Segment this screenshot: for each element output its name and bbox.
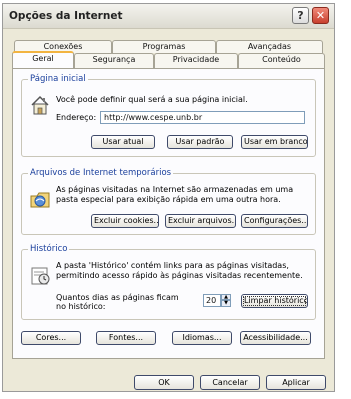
tab-row-front: Geral Segurança Privacidade Conteúdo (12, 51, 325, 68)
tab-geral[interactable]: Geral (12, 51, 74, 68)
temp-files-group: Arquivos de Internet temporários As pági… (21, 168, 316, 235)
days-label-2: no histórico: (56, 302, 106, 311)
history-group: Histórico A pasta 'Histórico' contém lin… (21, 244, 316, 320)
history-description-1: A pasta 'Histórico' contém links para as… (56, 261, 289, 270)
help-icon[interactable]: ? (292, 7, 309, 24)
close-icon[interactable]: ✕ (312, 7, 329, 24)
general-tab-panel: Página inicial Você pode definir qual se… (12, 68, 325, 359)
tab-avancadas[interactable]: Avançadas (216, 40, 323, 53)
ok-button[interactable]: OK (134, 375, 194, 390)
temp-files-description-2: pasta especial para exibição rápida em u… (56, 195, 281, 204)
history-description-2: permitindo acesso rápido às páginas visi… (56, 271, 303, 280)
home-page-legend: Página inicial (28, 74, 88, 84)
days-spinner[interactable]: ▲ ▼ (221, 294, 231, 307)
settings-button[interactable]: Configurações... (241, 214, 308, 228)
tab-seguranca[interactable]: Segurança (74, 53, 154, 68)
history-icon (31, 267, 50, 285)
tab-programas[interactable]: Programas (112, 40, 216, 53)
spinner-down-icon[interactable]: ▼ (221, 300, 231, 307)
address-label: Endereço: (56, 113, 97, 122)
colors-button[interactable]: Cores... (21, 331, 81, 345)
home-page-description: Você pode definir qual será a sua página… (56, 95, 248, 104)
use-current-button[interactable]: Usar atual (91, 135, 155, 149)
tab-conteudo[interactable]: Conteúdo (238, 53, 325, 68)
history-legend: Histórico (28, 244, 70, 254)
apply-button[interactable]: Aplicar (266, 375, 326, 390)
fonts-button[interactable]: Fontes... (96, 331, 156, 345)
languages-button[interactable]: Idiomas... (172, 331, 232, 345)
use-default-button[interactable]: Usar padrão (167, 135, 233, 149)
tab-privacidade[interactable]: Privacidade (154, 53, 238, 68)
delete-cookies-button[interactable]: Excluir cookies... (91, 214, 159, 228)
cancel-button[interactable]: Cancelar (200, 375, 260, 390)
use-blank-button[interactable]: Usar em branco (241, 135, 308, 149)
title-bar[interactable]: Opções da Internet ? ✕ (3, 4, 334, 29)
delete-files-button[interactable]: Excluir arquivos... (165, 214, 236, 228)
internet-options-dialog: Opções da Internet ? ✕ Conexões Programa… (2, 3, 335, 392)
address-input[interactable]: http://www.cespe.unb.br (100, 111, 305, 124)
temp-files-description-1: As páginas visitadas na Internet são arm… (56, 185, 294, 194)
temp-files-icon (30, 192, 50, 208)
clear-history-button[interactable]: Limpar histórico (241, 294, 308, 308)
accessibility-button[interactable]: Acessibilidade... (240, 331, 311, 345)
temp-files-legend: Arquivos de Internet temporários (28, 168, 174, 178)
home-page-group: Página inicial Você pode definir qual se… (21, 74, 316, 157)
home-page-icon (31, 95, 49, 115)
days-input[interactable]: 20 (203, 294, 221, 307)
window-title: Opções da Internet (9, 10, 123, 22)
